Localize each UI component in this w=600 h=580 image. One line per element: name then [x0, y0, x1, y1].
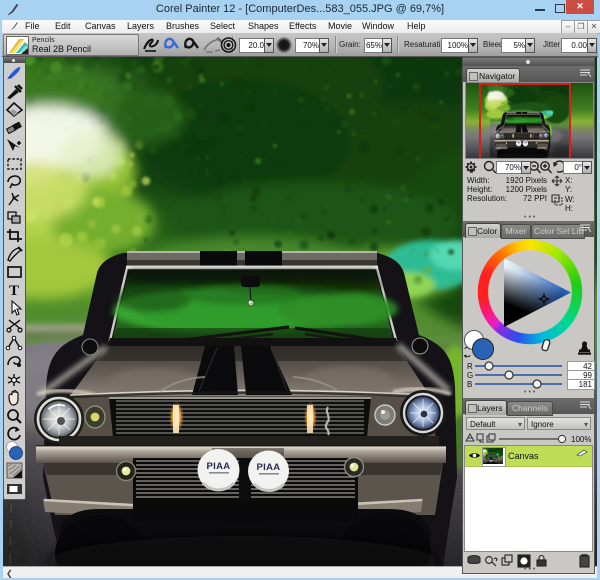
- svg-text:100%: 100%: [571, 435, 591, 444]
- svg-text:T: T: [9, 283, 19, 299]
